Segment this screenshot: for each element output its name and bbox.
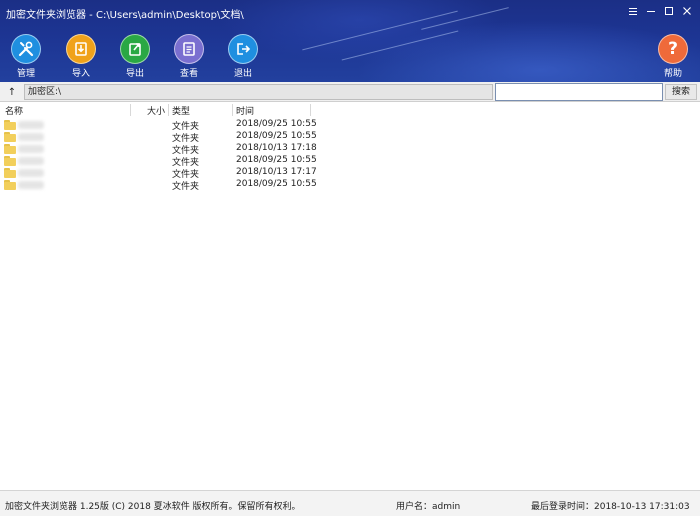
toolbar-export-label: 导出 [125, 69, 144, 79]
up-folder-button[interactable]: ↑ [2, 84, 22, 100]
wrench-screwdriver-icon [11, 34, 41, 64]
maximize-button[interactable] [662, 4, 676, 18]
row-time: 2018/09/25 10:55 [236, 179, 317, 189]
header-decoration [421, 7, 509, 30]
toolbar-export-button[interactable]: 导出 [115, 34, 155, 79]
toolbar-manage-button[interactable]: 管理 [6, 34, 46, 79]
status-bar: 加密文件夹浏览器 1.25版 (C) 2018 夏冰软件 版权所有。保留所有权利… [0, 490, 700, 516]
toolbar-import-button[interactable]: 导入 [61, 34, 101, 79]
toolbar-manage-label: 管理 [16, 69, 35, 79]
column-divider [168, 104, 169, 116]
close-icon [683, 7, 691, 15]
help-glyph: ? [668, 38, 678, 59]
exit-icon [228, 34, 258, 64]
toolbar-help-label: 帮助 [663, 69, 682, 79]
file-list: 名称 大小 类型 时间 文件夹 2018/09/25 10:55 文件夹 201… [0, 102, 700, 490]
table-row[interactable]: 文件夹 2018/09/25 10:55 [0, 119, 317, 132]
export-icon [120, 34, 150, 64]
header-decoration [302, 10, 458, 51]
app-header: 加密文件夹浏览器 - C:\Users\admin\Desktop\文档\ 管理… [0, 0, 700, 82]
copyright-text: 加密文件夹浏览器 1.25版 (C) 2018 夏冰软件 版权所有。保留所有权利… [5, 502, 301, 512]
maximize-icon [665, 7, 673, 15]
column-name-header[interactable]: 名称 [5, 104, 23, 117]
toolbar-exit-button[interactable]: 退出 [223, 34, 263, 79]
row-time: 2018/09/25 10:55 [236, 119, 317, 129]
menu-lines-icon [629, 8, 637, 15]
toolbar-view-button[interactable]: 查看 [169, 34, 209, 79]
folder-icon [4, 180, 16, 190]
search-input[interactable] [495, 83, 663, 101]
column-type-header[interactable]: 类型 [172, 104, 190, 117]
import-icon [66, 34, 96, 64]
table-row[interactable]: 文件夹 2018/09/25 10:55 [0, 155, 317, 168]
close-button[interactable] [680, 4, 694, 18]
column-divider [130, 104, 131, 116]
table-row[interactable]: 文件夹 2018/10/13 17:17 [0, 167, 317, 180]
minimize-icon [647, 11, 655, 12]
column-size-header[interactable]: 大小 [147, 104, 165, 117]
folder-icon [4, 120, 16, 130]
view-document-icon [174, 34, 204, 64]
row-time: 2018/09/25 10:55 [236, 131, 317, 141]
row-time: 2018/10/13 17:18 [236, 143, 317, 153]
window-title: 加密文件夹浏览器 - C:\Users\admin\Desktop\文档\ [6, 10, 244, 21]
column-time-header[interactable]: 时间 [236, 104, 254, 117]
row-time: 2018/09/25 10:55 [236, 155, 317, 165]
blurred-folder-name [18, 145, 44, 153]
folder-icon [4, 156, 16, 166]
table-row[interactable]: 文件夹 2018/09/25 10:55 [0, 131, 317, 144]
blurred-folder-name [18, 157, 44, 165]
minimize-button[interactable] [644, 4, 658, 18]
row-time: 2018/10/13 17:17 [236, 167, 317, 177]
search-button[interactable]: 搜索 [665, 84, 697, 100]
path-field[interactable]: 加密区:\ [24, 84, 493, 100]
blurred-folder-name [18, 169, 44, 177]
settings-menu-button[interactable] [626, 4, 640, 18]
column-divider [310, 104, 311, 116]
last-login-text: 最后登录时间：2018-10-13 17:31:03 [531, 502, 690, 512]
row-type: 文件夹 [172, 182, 200, 192]
user-text: 用户名：admin [396, 502, 461, 512]
table-row[interactable]: 文件夹 2018/09/25 10:55 [0, 179, 317, 192]
blurred-folder-name [18, 133, 44, 141]
folder-icon [4, 168, 16, 178]
list-header: 名称 大小 类型 时间 [0, 102, 312, 118]
blurred-folder-name [18, 121, 44, 129]
folder-icon [4, 144, 16, 154]
toolbar-view-label: 查看 [179, 69, 198, 79]
window-controls [626, 4, 694, 18]
blurred-folder-name [18, 181, 44, 189]
help-icon: ? [658, 34, 688, 64]
column-divider [232, 104, 233, 116]
toolbar-help-button[interactable]: ? 帮助 [653, 34, 693, 79]
address-bar: ↑ 加密区:\ 搜索 [0, 82, 700, 102]
toolbar-exit-label: 退出 [233, 69, 252, 79]
folder-icon [4, 132, 16, 142]
toolbar-import-label: 导入 [71, 69, 90, 79]
table-row[interactable]: 文件夹 2018/10/13 17:18 [0, 143, 317, 156]
